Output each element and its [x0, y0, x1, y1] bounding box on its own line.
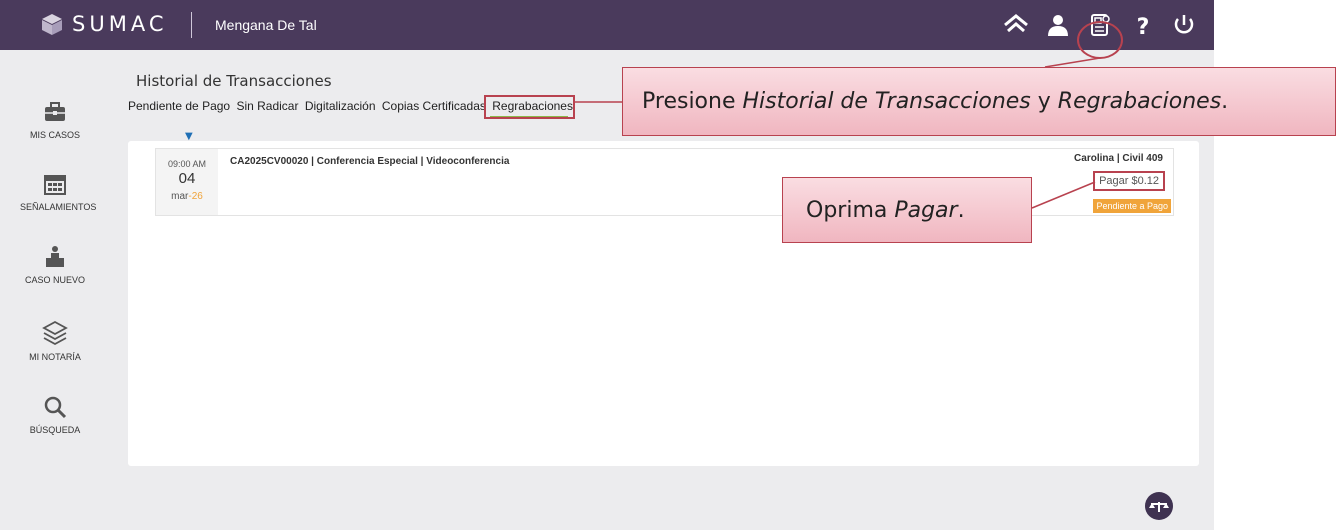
- power-icon[interactable]: [1171, 13, 1197, 37]
- history-icon-highlight: [1077, 21, 1123, 59]
- transaction-time: 09:00 AM: [167, 159, 207, 169]
- sumac-logo-icon: [42, 14, 62, 35]
- search-icon: [44, 396, 67, 419]
- sidebar-item-senalamientos[interactable]: SEÑALAMIENTOS: [20, 172, 97, 212]
- sidebar-item-label: BÚSQUEDA: [29, 425, 81, 435]
- sidebar-item-busqueda[interactable]: BÚSQUEDA: [20, 395, 90, 435]
- instruction-callout-history: Presione Historial de Transacciones y Re…: [622, 67, 1336, 136]
- sidebar-item-mi-notaria[interactable]: MI NOTARÍA: [20, 320, 90, 362]
- tab-sin-radicar[interactable]: Sin Radicar: [236, 99, 298, 113]
- scales-of-justice-icon[interactable]: [1145, 492, 1173, 520]
- tab-copias-certificadas[interactable]: Copias Certificadas: [382, 99, 486, 113]
- layers-icon: [42, 320, 68, 346]
- sidebar-item-label: CASO NUEVO: [24, 275, 85, 285]
- date-box: 09:00 AM 04 mar-26: [156, 149, 218, 215]
- help-icon[interactable]: ?: [1130, 13, 1156, 37]
- sidebar-item-mis-casos[interactable]: MIS CASOS: [20, 100, 90, 140]
- new-case-icon: [46, 246, 64, 267]
- user-name: Mengana De Tal: [215, 17, 317, 33]
- transaction-day: 04: [178, 170, 196, 187]
- regrabaciones-tab-highlight: [484, 95, 575, 119]
- home-icon[interactable]: [1003, 13, 1029, 37]
- tab-pendiente-de-pago[interactable]: Pendiente de Pago: [128, 99, 230, 113]
- briefcase-icon: [45, 102, 65, 121]
- sidebar-item-caso-nuevo[interactable]: CASO NUEVO: [20, 245, 90, 285]
- tab-digitalizacion[interactable]: Digitalización: [305, 99, 376, 113]
- sidebar-item-label: SEÑALAMIENTOS: [20, 202, 97, 212]
- user-icon[interactable]: [1045, 13, 1071, 37]
- brand-name: SUMAC: [72, 12, 168, 36]
- instruction-callout-pay: Oprima Pagar.: [782, 177, 1032, 243]
- case-title: CA2025CV00020 | Conferencia Especial | V…: [230, 156, 510, 167]
- court-label: Carolina | Civil 409: [1074, 153, 1163, 164]
- sidebar-item-label: MI NOTARÍA: [29, 352, 81, 362]
- header-divider: [191, 12, 192, 38]
- svg-text:?: ?: [1137, 15, 1150, 37]
- top-navigation-bar: SUMAC Mengana De Tal ?: [0, 0, 1214, 50]
- status-badge: Pendiente a Pago: [1093, 199, 1171, 213]
- transaction-month: mar-26: [171, 191, 203, 202]
- sidebar-item-label: MIS CASOS: [29, 130, 80, 140]
- calendar-icon: [44, 175, 66, 195]
- pay-button[interactable]: Pagar $0.12: [1093, 171, 1165, 191]
- caret-down-icon: ▼: [185, 131, 193, 142]
- page-title: Historial de Transacciones: [136, 72, 332, 90]
